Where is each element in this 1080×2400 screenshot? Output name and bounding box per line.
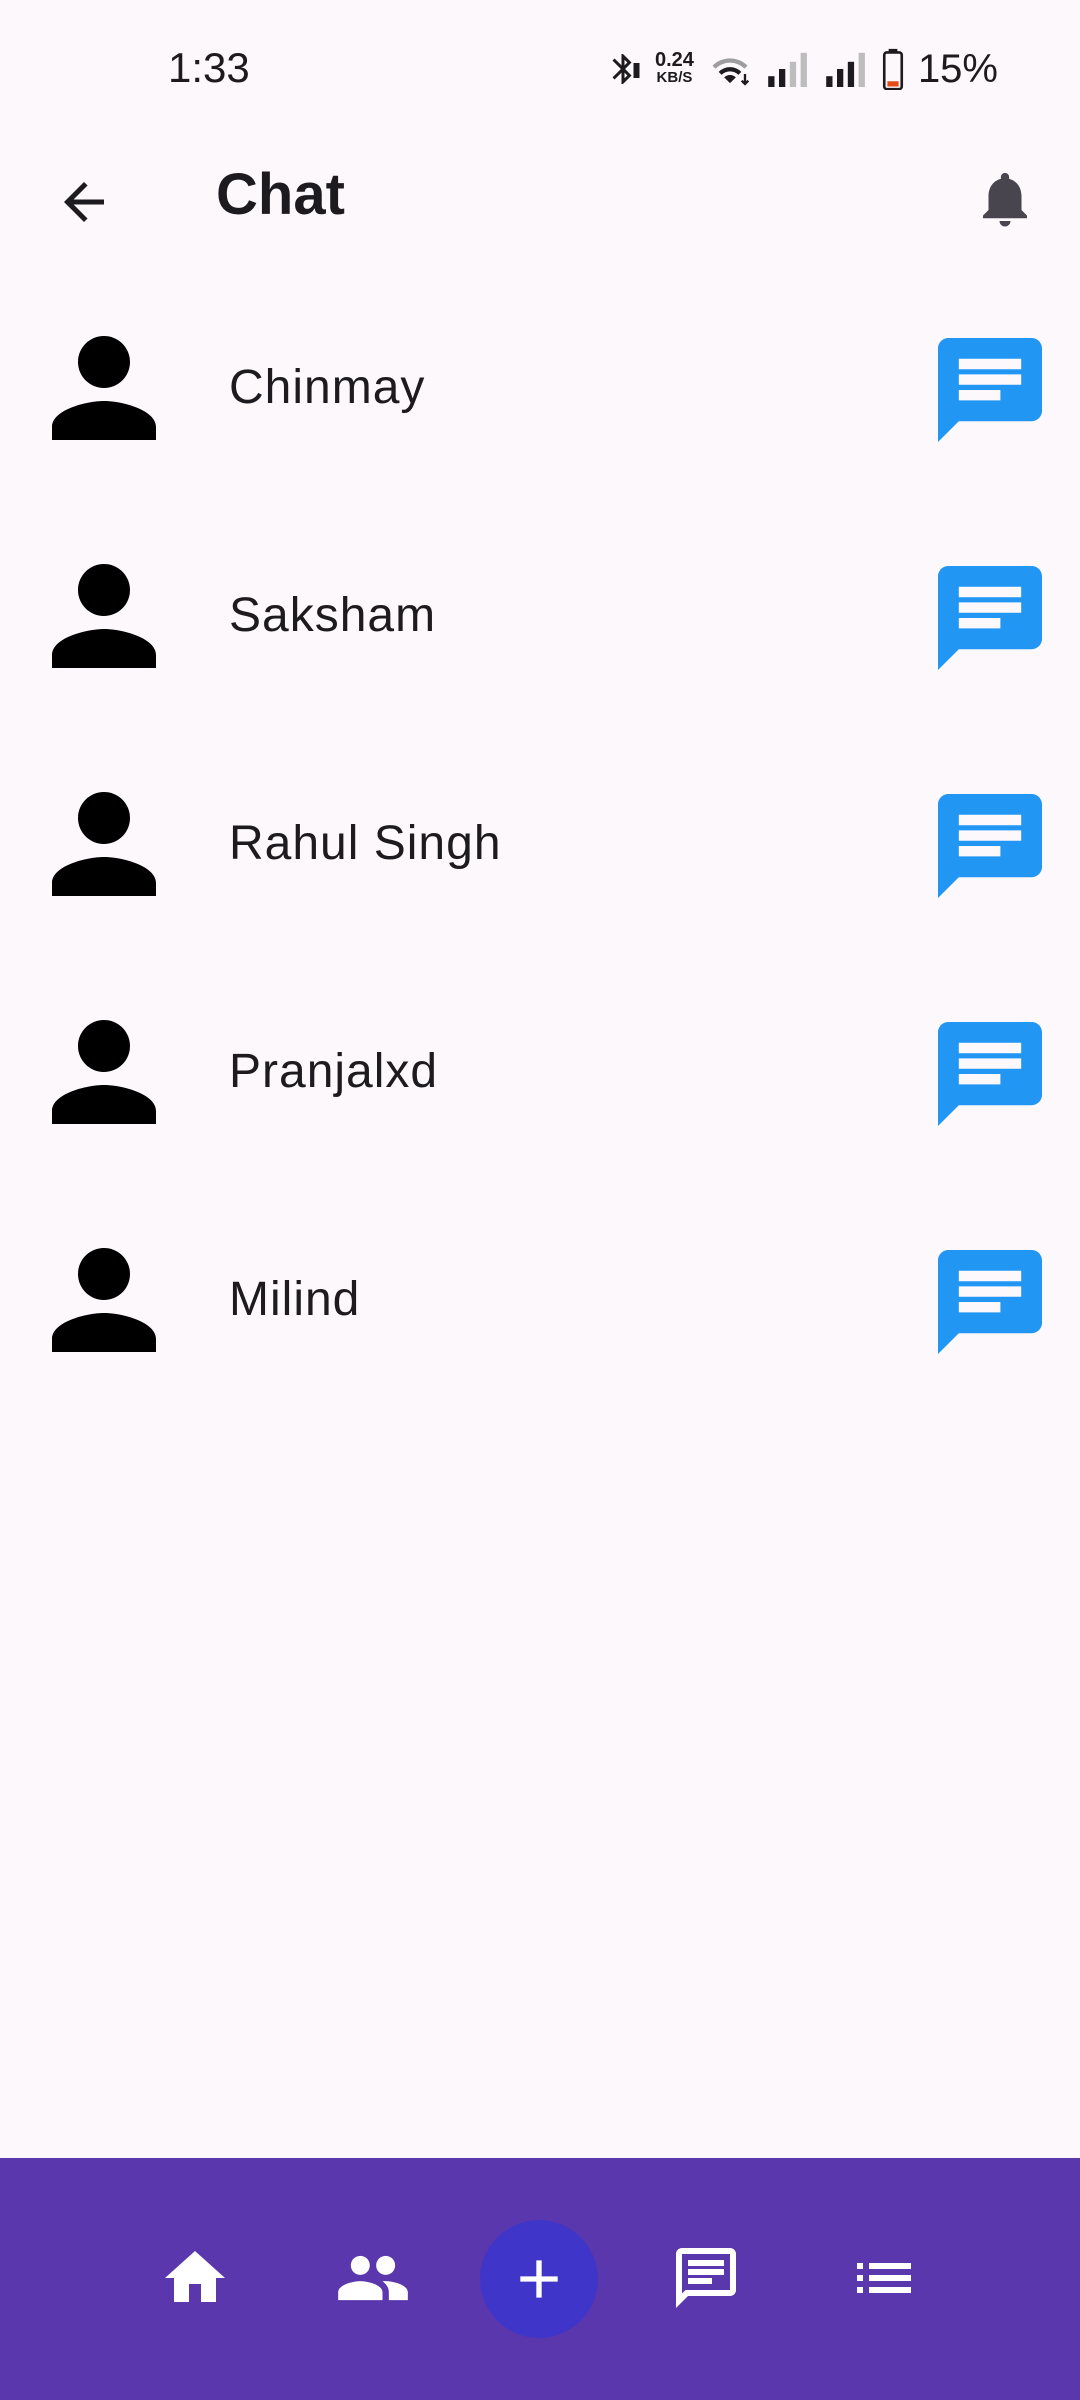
contact-row[interactable]: Chinmay — [0, 300, 1080, 528]
notifications-button[interactable] — [960, 154, 1050, 244]
person-icon — [52, 1248, 156, 1352]
nav-list-button[interactable] — [824, 2218, 944, 2338]
battery-percent: 15% — [917, 46, 998, 91]
page-title: Chat — [216, 162, 345, 227]
network-speed-value: 0.24 — [655, 49, 694, 71]
message-icon[interactable] — [938, 794, 1042, 898]
app-bar: Chat — [0, 140, 1080, 250]
bell-icon — [983, 172, 1027, 227]
status-bar: 1:33 0.24 KB/S 15% — [0, 0, 1080, 140]
nav-home-button[interactable] — [135, 2218, 255, 2338]
bluetooth-icon — [612, 54, 640, 84]
back-button[interactable] — [42, 160, 126, 244]
add-button[interactable] — [480, 2220, 598, 2338]
network-speed-unit: KB/S — [656, 69, 693, 86]
battery-icon — [882, 48, 903, 90]
contact-list: Chinmay Saksham Rahul Singh Pranjalxd Mi… — [0, 300, 1080, 1440]
contact-row[interactable]: Rahul Singh — [0, 756, 1080, 984]
nav-chat-button[interactable] — [646, 2218, 766, 2338]
network-speed: 0.24 KB/S — [655, 49, 694, 87]
person-icon — [52, 336, 156, 440]
message-icon[interactable] — [938, 566, 1042, 670]
contact-name: Saksham — [229, 589, 437, 642]
contact-name: Rahul Singh — [229, 817, 502, 870]
contact-row[interactable]: Saksham — [0, 528, 1080, 756]
signal-icon-sim2 — [826, 52, 865, 87]
person-icon — [52, 564, 156, 668]
message-icon[interactable] — [938, 1022, 1042, 1126]
add-icon — [520, 2260, 558, 2298]
arrow-back-icon — [64, 182, 104, 222]
nav-people-button[interactable] — [313, 2218, 433, 2338]
status-icons: 0.24 KB/S 15% — [605, 44, 998, 94]
contact-row[interactable]: Milind — [0, 1212, 1080, 1440]
person-icon — [52, 1020, 156, 1124]
chat-icon — [676, 2248, 736, 2308]
message-icon[interactable] — [938, 1250, 1042, 1354]
contact-name: Chinmay — [229, 361, 426, 414]
contact-name: Pranjalxd — [229, 1045, 439, 1098]
people-icon — [338, 2255, 408, 2301]
person-icon — [52, 792, 156, 896]
list-icon — [857, 2263, 911, 2293]
contact-row[interactable]: Pranjalxd — [0, 984, 1080, 1212]
message-icon[interactable] — [938, 338, 1042, 442]
home-icon — [165, 2251, 225, 2302]
signal-icon-sim1 — [768, 52, 807, 87]
contact-name: Milind — [229, 1273, 361, 1326]
bottom-nav — [0, 2158, 1080, 2400]
wifi-icon — [712, 58, 750, 86]
status-time: 1:33 — [168, 44, 250, 91]
